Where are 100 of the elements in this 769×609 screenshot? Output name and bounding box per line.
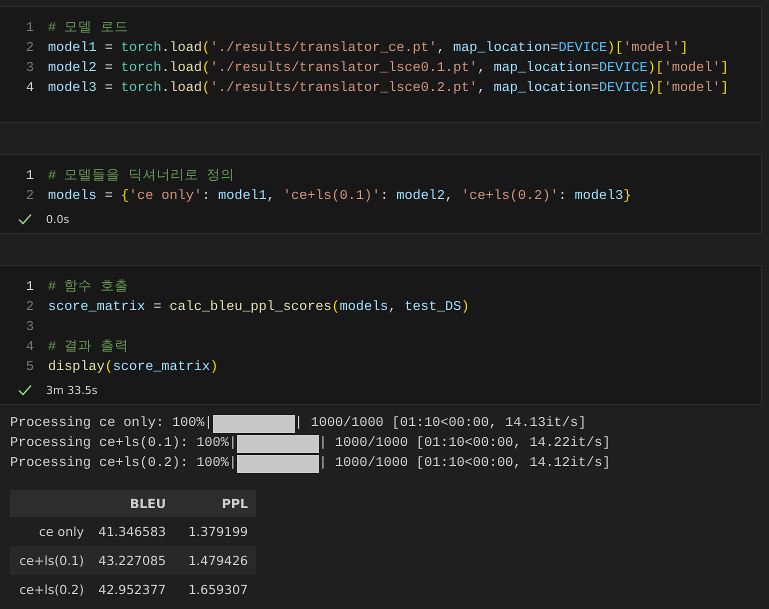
code-operator: , (477, 61, 487, 76)
table-cell-text: 1.379199 (187, 524, 249, 539)
code-variable: map_location (494, 81, 591, 96)
code-constant: DEVICE (598, 81, 648, 96)
column-header: PPL (220, 496, 249, 511)
code-variable: model2 (48, 61, 97, 76)
code-comment: # 함수 호출 (48, 280, 128, 295)
code-function: display (48, 360, 105, 375)
code-bracket: ) (461, 300, 470, 315)
progress-text: | 1000/1000 [01:10<00:00, 14.12it/s] (318, 455, 610, 473)
code-string: './results/translator_lsce0.1.pt' (210, 61, 478, 76)
table-cell-text: 1.479426 (187, 553, 249, 568)
code-bracket: ( (332, 300, 340, 315)
line-number: 5 (24, 359, 35, 377)
table-cell-text: 41.346583 (97, 524, 167, 539)
code-bracket: ( (202, 41, 210, 56)
code-variable: model2 (396, 189, 445, 204)
code-operator: , (445, 189, 454, 204)
line-number: 1 (24, 279, 35, 297)
code-bracket: ( (202, 81, 210, 96)
line-number: 4 (24, 339, 35, 357)
code-bracket: )[ (648, 81, 664, 96)
execution-time: 3m 33.5s (46, 384, 98, 396)
code-string: 'ce only' (129, 189, 202, 204)
code-operator: . (161, 61, 170, 76)
row-label: ce only (38, 524, 85, 539)
code-operator: = (590, 61, 599, 76)
table-cell-text: 1.659307 (187, 582, 249, 597)
line-number: 3 (24, 60, 35, 78)
code-bracket: ( (104, 360, 113, 375)
code-constant: DEVICE (558, 41, 608, 56)
line-number: 1 (24, 168, 35, 186)
table-cell-text: 43.227085 (97, 553, 167, 568)
code-operator: , (436, 41, 446, 56)
code-function: calc_bleu_ppl_scores (170, 300, 332, 315)
code-operator: , (266, 189, 276, 204)
code-bracket: ] (720, 61, 729, 76)
code-constant: DEVICE (598, 61, 648, 76)
code-operator: = (590, 81, 599, 96)
code-operator: . (161, 81, 170, 96)
row-label: ce+ls(0.1) (18, 553, 85, 568)
code-bracket: ] (680, 41, 688, 56)
column-header: BLEU (128, 496, 167, 511)
code-comment: # 모델들을 딕셔너리로 정의 (48, 169, 234, 184)
code-variable: model1 (218, 189, 267, 204)
code-operator: . (161, 41, 170, 56)
code-variable: score_matrix (48, 300, 146, 315)
progress-text: | 1000/1000 [01:10<00:00, 14.22it/s] (318, 435, 610, 453)
code-operator: , (388, 300, 398, 315)
code-variable: models (48, 189, 97, 204)
progress-text: Processing ce only: 100%| (10, 415, 213, 433)
code-string: 'ce+ls(0.2)' (461, 189, 558, 204)
code-module: torch (120, 41, 162, 56)
code-variable: models (340, 300, 388, 315)
code-variable: model3 (48, 81, 97, 96)
code-bracket: ) (210, 360, 218, 375)
code-string: './results/translator_lsce0.2.pt' (210, 81, 478, 96)
code-cell[interactable]: 1 # 함수 호출 2 score_matrix = calc_bleu_ppl_scores(models, test_DS) 3 4 # 결과 출력 5 display(score_matrix) 3m 33.5s (0, 265, 762, 405)
row-label: ce+ls(0.2) (18, 582, 85, 597)
code-variable: score_matrix (112, 360, 210, 375)
code-operator: : (202, 189, 212, 204)
code-string: 'model' (664, 61, 720, 76)
progress-text: Processing ce+ls(0.2): 100%| (10, 455, 237, 473)
code-bracket: } (623, 189, 632, 204)
code-bracket: ( (202, 61, 210, 76)
code-operator: = (104, 81, 114, 96)
code-function: load (170, 41, 202, 56)
execution-time: 0.0s (46, 212, 70, 226)
line-number: 4 (24, 80, 35, 98)
code-variable: model1 (48, 41, 97, 56)
code-comment: # 모델 로드 (48, 21, 128, 36)
code-variable: model3 (574, 189, 624, 204)
code-operator: , (477, 81, 487, 96)
line-number: 2 (24, 188, 35, 206)
code-module: torch (120, 61, 162, 76)
code-comment: # 결과 출력 (48, 340, 128, 355)
check-icon (18, 213, 32, 225)
code-operator: : (558, 189, 568, 204)
code-bracket: )[ (648, 61, 664, 76)
code-cell[interactable]: 1 # 모델들을 딕셔너리로 정의 2 models = {'ce only': model1, 'ce+ls(0.1)': model2, 'ce+ls(0.2)': model3} 0.0s (0, 154, 762, 234)
code-operator: = (104, 189, 114, 204)
code-function: load (170, 81, 202, 96)
code-bracket: )[ (607, 41, 624, 56)
code-operator: = (104, 41, 114, 56)
code-variable: map_location (453, 41, 550, 56)
code-bracket: ] (720, 81, 729, 96)
line-number: 2 (24, 40, 35, 58)
code-variable: test_DS (404, 300, 462, 315)
line-number: 2 (24, 299, 35, 317)
table-cell-text: 42.952377 (97, 582, 167, 597)
code-string: './results/translator_ce.pt' (210, 41, 437, 56)
progress-text: | 1000/1000 [01:10<00:00, 14.13it/s] (294, 415, 586, 433)
code-bracket: { (120, 189, 130, 204)
code-variable: map_location (494, 61, 591, 76)
code-operator: : (380, 189, 390, 204)
line-number: 3 (24, 319, 35, 337)
code-operator: = (104, 61, 114, 76)
code-string: 'model' (623, 41, 680, 56)
code-string: 'model' (664, 81, 720, 96)
progress-text: Processing ce+ls(0.1): 100%| (10, 435, 237, 453)
